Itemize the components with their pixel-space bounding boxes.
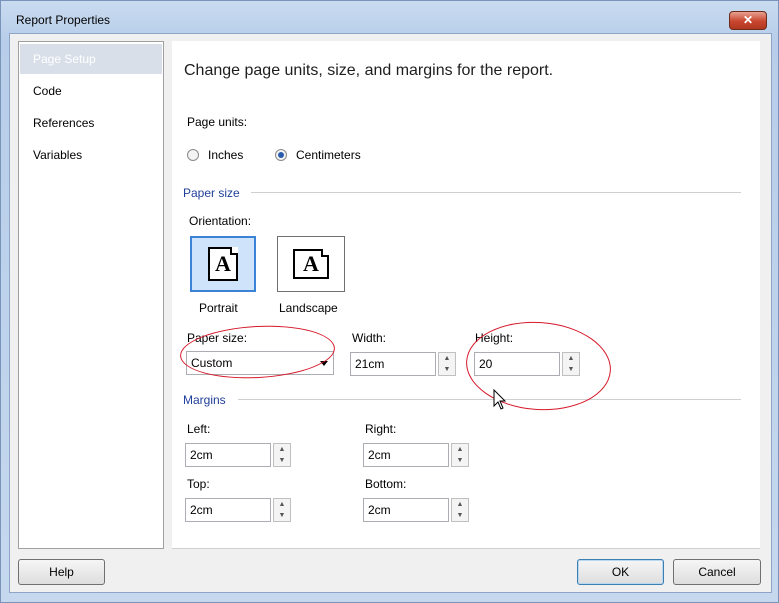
spinner-down-icon[interactable]: ▼ bbox=[452, 455, 468, 466]
spinner-down-icon[interactable]: ▼ bbox=[439, 364, 455, 375]
sidebar-item-label: References bbox=[33, 116, 95, 130]
spinner-up-icon[interactable]: ▲ bbox=[452, 444, 468, 455]
sidebar-item-label: Variables bbox=[33, 148, 83, 162]
left-margin-input[interactable]: 2cm bbox=[185, 443, 271, 467]
sidebar-item-label: Page Setup bbox=[33, 52, 96, 66]
margins-divider bbox=[238, 399, 741, 400]
landscape-button[interactable]: A bbox=[277, 236, 345, 292]
right-margin-spinner[interactable]: ▲ ▼ bbox=[451, 443, 469, 467]
close-icon: ✕ bbox=[742, 13, 754, 27]
sidebar-item-references[interactable]: References bbox=[20, 108, 162, 138]
spinner-down-icon[interactable]: ▼ bbox=[274, 455, 290, 466]
bottom-margin-spinner[interactable]: ▲ ▼ bbox=[451, 498, 469, 522]
ok-button[interactable]: OK bbox=[577, 559, 664, 585]
top-margin-spinner[interactable]: ▲ ▼ bbox=[273, 498, 291, 522]
landscape-page-icon: A bbox=[293, 249, 329, 279]
paper-size-section-title: Paper size bbox=[183, 186, 240, 200]
margins-section-title: Margins bbox=[183, 393, 226, 407]
sidebar: Page Setup Code References Variables bbox=[18, 41, 164, 549]
width-input[interactable]: 21cm bbox=[350, 352, 436, 376]
bottom-margin-label: Bottom: bbox=[365, 477, 407, 491]
orientation-label: Orientation: bbox=[189, 214, 252, 228]
window-title: Report Properties bbox=[16, 13, 111, 27]
left-margin-spinner[interactable]: ▲ ▼ bbox=[273, 443, 291, 467]
spinner-down-icon[interactable]: ▼ bbox=[452, 510, 468, 521]
top-margin-label: Top: bbox=[187, 477, 210, 491]
left-margin-label: Left: bbox=[187, 422, 211, 436]
page-units-label: Page units: bbox=[187, 115, 248, 129]
sidebar-item-code[interactable]: Code bbox=[20, 76, 162, 106]
top-margin-input[interactable]: 2cm bbox=[185, 498, 271, 522]
sidebar-item-label: Code bbox=[33, 84, 62, 98]
paper-size-divider bbox=[251, 192, 741, 193]
sidebar-item-variables[interactable]: Variables bbox=[20, 140, 162, 170]
cancel-button[interactable]: Cancel bbox=[673, 559, 761, 585]
inches-radio[interactable] bbox=[187, 149, 199, 161]
page-heading: Change page units, size, and margins for… bbox=[184, 62, 554, 79]
landscape-label: Landscape bbox=[279, 301, 338, 315]
portrait-button[interactable]: A bbox=[190, 236, 256, 292]
centimeters-radio-label[interactable]: Centimeters bbox=[296, 148, 361, 162]
footer-divider bbox=[172, 548, 760, 549]
portrait-label: Portrait bbox=[199, 301, 238, 315]
width-label: Width: bbox=[352, 331, 387, 345]
spinner-up-icon[interactable]: ▲ bbox=[439, 353, 455, 364]
content-panel bbox=[172, 41, 760, 549]
width-spinner[interactable]: ▲ ▼ bbox=[438, 352, 456, 376]
spinner-up-icon[interactable]: ▲ bbox=[274, 444, 290, 455]
spinner-up-icon[interactable]: ▲ bbox=[452, 499, 468, 510]
centimeters-radio[interactable] bbox=[275, 149, 287, 161]
right-margin-label: Right: bbox=[365, 422, 397, 436]
help-button[interactable]: Help bbox=[18, 559, 105, 585]
mouse-cursor-icon bbox=[493, 389, 507, 410]
spinner-up-icon[interactable]: ▲ bbox=[274, 499, 290, 510]
portrait-page-icon: A bbox=[208, 247, 238, 281]
inches-radio-label[interactable]: Inches bbox=[208, 148, 243, 162]
sidebar-item-page-setup[interactable]: Page Setup bbox=[20, 44, 162, 74]
right-margin-input[interactable]: 2cm bbox=[363, 443, 449, 467]
bottom-margin-input[interactable]: 2cm bbox=[363, 498, 449, 522]
spinner-down-icon[interactable]: ▼ bbox=[274, 510, 290, 521]
close-button[interactable]: ✕ bbox=[729, 11, 767, 30]
